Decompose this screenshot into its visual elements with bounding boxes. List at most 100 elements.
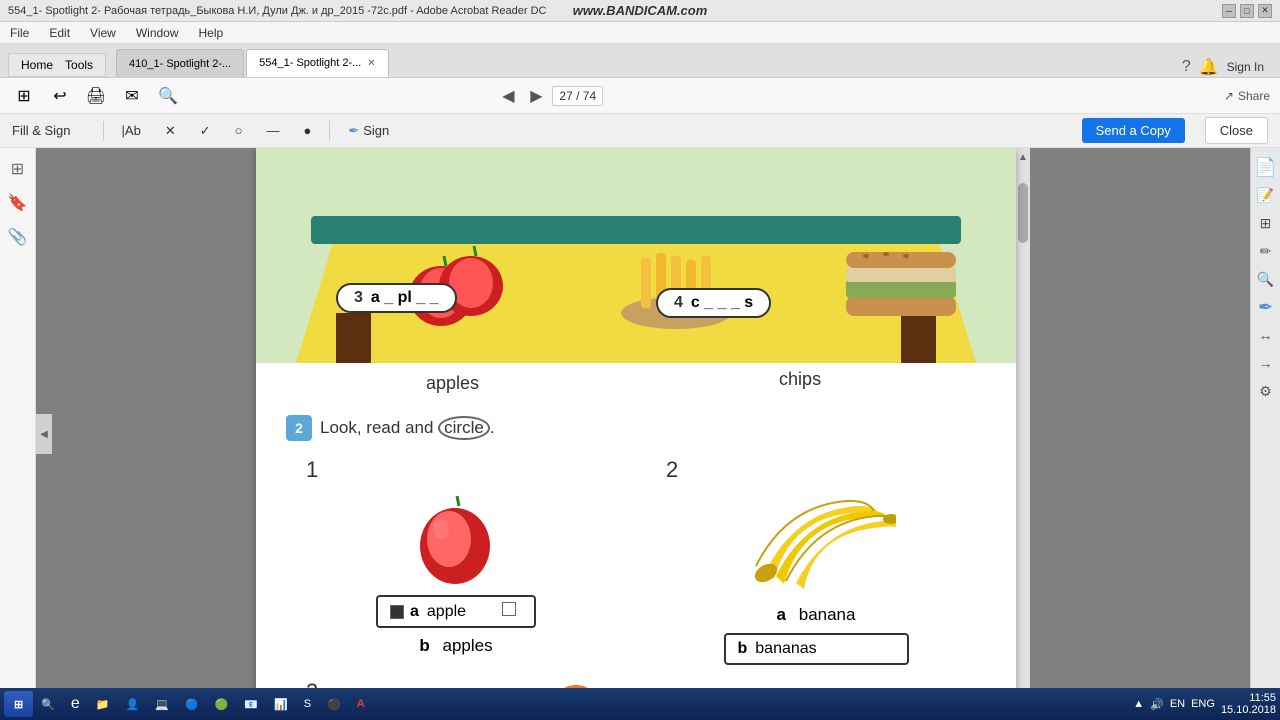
separator-2 bbox=[329, 121, 330, 141]
right-tool-8[interactable]: → bbox=[1255, 352, 1277, 374]
word-apples: apples bbox=[426, 373, 479, 394]
taskbar-app5[interactable]: 📊 bbox=[266, 691, 296, 717]
taskbar-folder[interactable]: 📁 bbox=[88, 691, 118, 717]
left-sidebar: ⊞ 🔖 📎 bbox=[0, 148, 36, 720]
choice-b-apples: b apples bbox=[407, 632, 504, 660]
sidebar-attachments-icon[interactable]: 📎 bbox=[5, 224, 31, 250]
menu-view[interactable]: View bbox=[86, 24, 120, 42]
tool-line[interactable]: — bbox=[260, 120, 285, 141]
sign-tool[interactable]: ✒ Sign bbox=[342, 120, 395, 142]
pdf-page: 3 a _ pl _ _ 4 c _ _ _ s bbox=[256, 148, 1016, 720]
close-fillsign-button[interactable]: Close bbox=[1205, 117, 1268, 144]
section2-header: 2 Look, read and circle. bbox=[286, 415, 986, 441]
circle-word: circle bbox=[438, 416, 490, 440]
item-2-number: 2 bbox=[666, 457, 678, 483]
page-navigation: ◀ ▶ 27 / 74 bbox=[496, 84, 603, 108]
home-link[interactable]: Home bbox=[21, 58, 53, 72]
right-tool-2[interactable]: 📝 bbox=[1255, 184, 1277, 206]
sidebar-bookmarks-icon[interactable]: 🔖 bbox=[5, 190, 31, 216]
scroll-up-button[interactable]: ▲ bbox=[1018, 152, 1028, 163]
right-tool-4[interactable]: ✏ bbox=[1255, 240, 1277, 262]
help-icon[interactable]: ? bbox=[1182, 58, 1191, 76]
blank-row-3: 3 a _ pl _ _ bbox=[336, 283, 457, 313]
checkbox-a bbox=[390, 605, 404, 619]
taskbar-app2[interactable]: 🔵 bbox=[177, 691, 207, 717]
email-button[interactable]: ✉ bbox=[118, 82, 146, 110]
start-button[interactable]: ⊞ bbox=[4, 691, 33, 717]
page-content-area: 3 a _ pl _ _ 4 c _ _ _ s bbox=[256, 148, 1016, 720]
taskbar-person[interactable]: 👤 bbox=[118, 691, 148, 717]
section-2-title: Look, read and circle. bbox=[320, 416, 495, 440]
tray-lang[interactable]: EN bbox=[1170, 698, 1185, 710]
main-content: ⊞ 🔖 📎 ◀ bbox=[0, 148, 1280, 720]
blank-box-4: 4 c _ _ _ s bbox=[656, 288, 771, 318]
choice-letter-b: b bbox=[738, 640, 748, 658]
window-controls: ─ □ ✕ bbox=[1222, 4, 1272, 18]
taskbar-app1[interactable]: 💻 bbox=[147, 691, 177, 717]
collapse-panel-button[interactable]: ◀ bbox=[36, 414, 52, 454]
tray-network[interactable]: 🔊 bbox=[1150, 698, 1164, 711]
tab-file-2[interactable]: 554_1- Spotlight 2-... ✕ bbox=[246, 49, 389, 77]
right-tool-5[interactable]: 🔍 bbox=[1255, 268, 1277, 290]
choice-a-apple[interactable]: a apple bbox=[376, 595, 536, 628]
scrollbar[interactable]: ▲ ▼ bbox=[1016, 148, 1030, 720]
tool-dot[interactable]: ● bbox=[297, 120, 317, 141]
print-button[interactable]: 🖨 bbox=[82, 82, 110, 110]
notification-icon[interactable]: 🔔 bbox=[1199, 57, 1219, 77]
tab-file-1[interactable]: 410_1- Spotlight 2-... bbox=[116, 49, 244, 77]
next-page-button[interactable]: ▶ bbox=[524, 84, 548, 108]
taskbar-app3[interactable]: 🟢 bbox=[207, 691, 237, 717]
separator-1 bbox=[103, 121, 104, 141]
thumbnail-view-button[interactable]: ⊞ bbox=[10, 82, 38, 110]
maximize-button[interactable]: □ bbox=[1240, 4, 1254, 18]
table-scene-svg bbox=[256, 148, 1016, 363]
minimize-button[interactable]: ─ bbox=[1222, 4, 1236, 18]
taskbar-app6[interactable]: S bbox=[296, 691, 319, 717]
share-button[interactable]: ↗ Share bbox=[1224, 89, 1270, 103]
tabbar: Home Tools 410_1- Spotlight 2-... 554_1-… bbox=[0, 44, 1280, 78]
right-tool-9[interactable]: ⚙ bbox=[1255, 380, 1277, 402]
right-tool-6[interactable]: ✒ bbox=[1255, 296, 1277, 318]
menu-help[interactable]: Help bbox=[195, 24, 228, 42]
signin-button[interactable]: Sign In bbox=[1227, 60, 1264, 74]
titlebar: 554_1- Spotlight 2- Рабочая тетрадь_Быко… bbox=[0, 0, 1280, 22]
blank-4-area: chips bbox=[719, 369, 821, 394]
send-copy-button[interactable]: Send a Copy bbox=[1082, 118, 1185, 143]
tab-home-tools: Home Tools bbox=[8, 53, 106, 77]
menu-edit[interactable]: Edit bbox=[45, 24, 74, 42]
choice-b-bananas[interactable]: b bananas bbox=[724, 633, 909, 665]
tool-circle[interactable]: ○ bbox=[229, 120, 249, 141]
taskbar-app7[interactable]: ⚫ bbox=[319, 691, 349, 717]
blank-box-3: 3 a _ pl _ _ bbox=[336, 283, 457, 313]
sidebar-pages-icon[interactable]: ⊞ bbox=[5, 156, 31, 182]
right-tool-1[interactable]: 📄 bbox=[1255, 156, 1277, 178]
search-button[interactable]: 🔍 bbox=[154, 82, 182, 110]
right-tool-3[interactable]: ⊞ bbox=[1255, 212, 1277, 234]
back-button[interactable]: ↩ bbox=[46, 82, 74, 110]
close-window-button[interactable]: ✕ bbox=[1258, 4, 1272, 18]
checkbox-b bbox=[502, 602, 522, 621]
prev-page-button[interactable]: ◀ bbox=[496, 84, 520, 108]
apple-svg bbox=[411, 491, 501, 591]
pen-icon: ✒ bbox=[348, 123, 359, 139]
taskbar-pdf[interactable]: A bbox=[349, 691, 373, 717]
pdf-viewer: ◀ bbox=[36, 148, 1250, 720]
scroll-thumb[interactable] bbox=[1018, 183, 1028, 243]
word-chips: chips bbox=[779, 369, 821, 390]
tool-check[interactable]: ✓ bbox=[194, 120, 217, 142]
item-1-number: 1 bbox=[306, 457, 318, 483]
choice-text-apples: apples bbox=[443, 636, 493, 655]
tray-expand[interactable]: ▲ bbox=[1133, 698, 1144, 710]
menu-file[interactable]: File bbox=[6, 24, 33, 42]
tab-close-icon[interactable]: ✕ bbox=[367, 58, 375, 69]
menu-window[interactable]: Window bbox=[132, 24, 183, 42]
tool-tab[interactable]: |Ab bbox=[116, 120, 147, 141]
page-number[interactable]: 27 / 74 bbox=[552, 86, 603, 106]
tool-cross[interactable]: ✕ bbox=[159, 120, 182, 142]
taskbar-app4[interactable]: 📧 bbox=[236, 691, 266, 717]
taskbar-search[interactable]: 🔍 bbox=[33, 691, 63, 717]
right-tool-7[interactable]: ↔ bbox=[1255, 324, 1277, 346]
taskbar-ie[interactable]: e bbox=[63, 691, 88, 717]
word-labels-row: apples chips bbox=[256, 363, 1016, 400]
tools-link[interactable]: Tools bbox=[65, 58, 93, 72]
